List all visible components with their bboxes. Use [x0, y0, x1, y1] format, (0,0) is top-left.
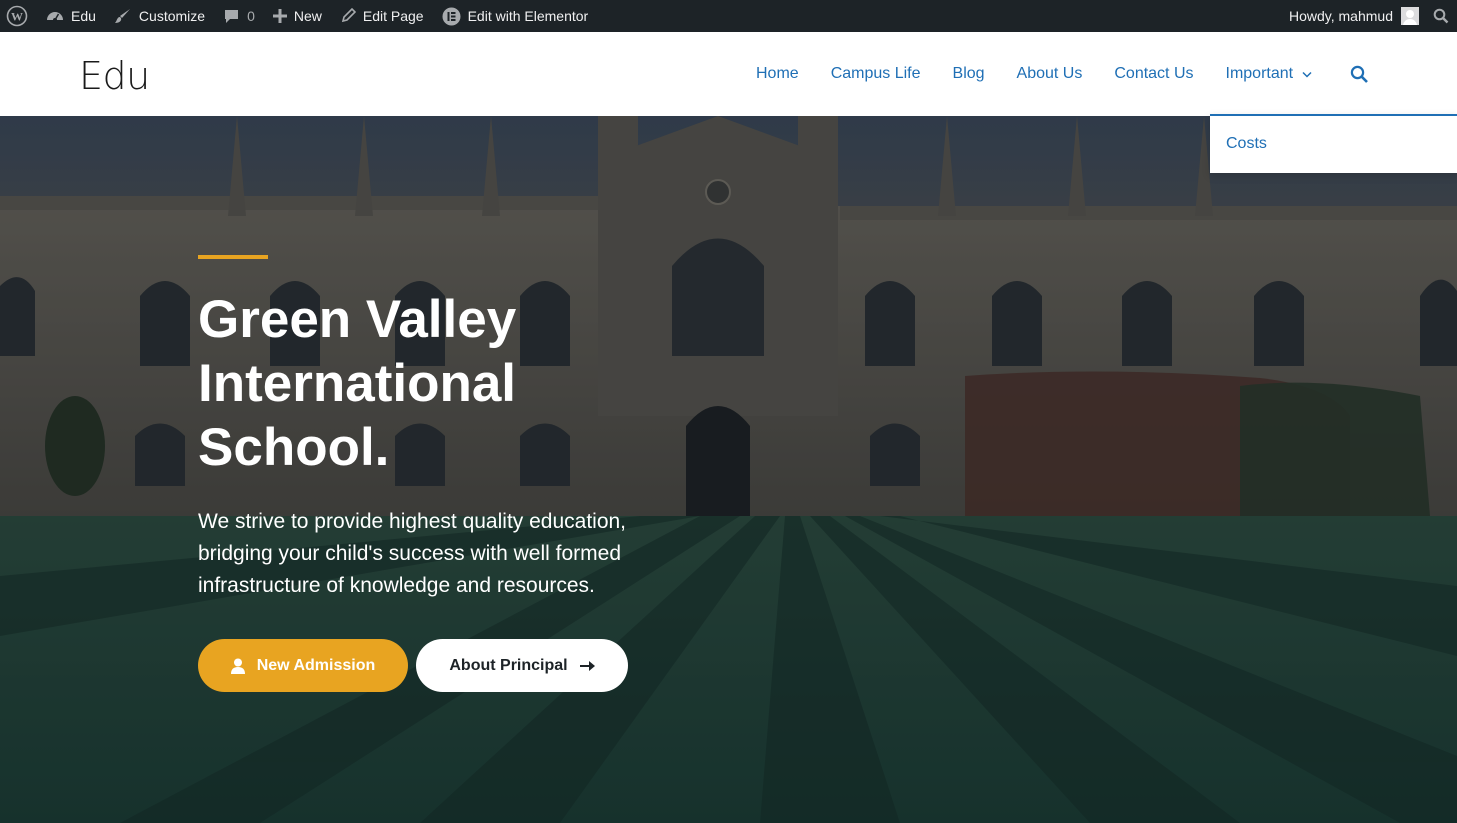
hero-section: Green Valley International School. We st… — [0, 116, 1457, 823]
elementor-icon — [442, 7, 461, 25]
comments-link[interactable]: 0 — [214, 0, 264, 32]
wp-logo-menu[interactable]: W — [0, 0, 37, 32]
nav-item-important-label: Important — [1225, 65, 1294, 82]
site-name-menu[interactable]: Edu — [37, 0, 105, 32]
edit-page-link[interactable]: Edit Page — [331, 0, 433, 32]
hero-title-line: International — [198, 354, 517, 413]
new-content-menu[interactable]: New — [264, 0, 331, 32]
primary-navigation: Home Campus Life Blog About Us Contact U… — [740, 32, 1369, 116]
svg-text:W: W — [11, 10, 23, 24]
customize-label: Customize — [138, 8, 206, 24]
search-icon — [1433, 8, 1449, 24]
customize-link[interactable]: Customize — [105, 0, 214, 32]
plus-icon — [272, 9, 287, 23]
user-icon — [230, 658, 245, 674]
submenu-item-costs[interactable]: Costs — [1226, 135, 1267, 153]
hero-description: We strive to provide highest quality edu… — [198, 506, 668, 602]
new-admission-button[interactable]: New Admission — [198, 639, 408, 692]
howdy-label: Howdy, mahmud — [1288, 8, 1393, 24]
nav-item-campus-life[interactable]: Campus Life — [815, 32, 937, 116]
pencil-icon — [341, 8, 356, 23]
edit-page-label: Edit Page — [362, 8, 424, 24]
edit-elementor-link[interactable]: Edit with Elementor — [433, 0, 598, 32]
admin-bar: W Edu Customize 0 New Edit Page Edit wit… — [0, 0, 1457, 32]
about-principal-label: About Principal — [449, 656, 568, 674]
hero-title-line: Green Valley — [198, 290, 517, 349]
site-name-label: Edu — [71, 8, 96, 24]
hero-description-line: bridging your child's success with well … — [198, 542, 622, 565]
brush-icon — [114, 9, 130, 23]
hero-description-line: We strive to provide highest quality edu… — [198, 510, 627, 533]
chevron-down-icon — [1302, 71, 1312, 78]
important-submenu: Costs — [1210, 114, 1457, 173]
site-title-link[interactable]: Edu — [79, 54, 150, 98]
accent-line — [198, 255, 268, 259]
site-header: Edu Home Campus Life Blog About Us Conta… — [0, 32, 1457, 116]
wordpress-icon: W — [6, 5, 28, 27]
nav-item-contact-us[interactable]: Contact Us — [1098, 32, 1209, 116]
edit-elementor-label: Edit with Elementor — [467, 8, 589, 24]
hero-title: Green Valley International School. — [198, 288, 718, 480]
comment-icon — [225, 9, 239, 23]
admin-search-button[interactable] — [1423, 0, 1457, 32]
search-icon — [1350, 65, 1369, 83]
nav-item-blog[interactable]: Blog — [937, 32, 1001, 116]
nav-item-important[interactable]: Important — [1210, 32, 1329, 116]
avatar-icon — [1401, 7, 1419, 25]
comments-count: 0 — [247, 8, 255, 24]
dashboard-icon — [47, 12, 63, 22]
arrow-right-icon — [579, 660, 595, 671]
hero-description-line: infrastructure of knowledge and resource… — [198, 574, 595, 597]
new-admission-label: New Admission — [256, 656, 376, 674]
new-label: New — [293, 8, 322, 24]
header-search-button[interactable] — [1328, 32, 1369, 116]
admin-bar-secondary: Howdy, mahmud — [1280, 0, 1457, 32]
nav-item-about-us[interactable]: About Us — [1001, 32, 1099, 116]
my-account-menu[interactable]: Howdy, mahmud — [1280, 0, 1423, 32]
about-principal-button[interactable]: About Principal — [416, 639, 628, 692]
nav-item-home[interactable]: Home — [740, 32, 815, 116]
hero-title-line: School. — [198, 418, 390, 477]
